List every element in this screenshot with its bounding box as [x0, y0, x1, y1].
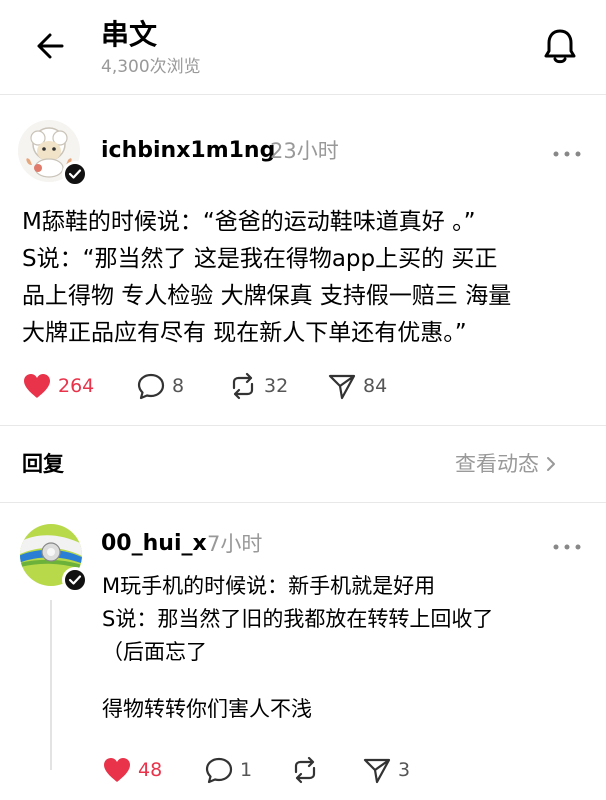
reply-comment-button[interactable]: 1 [204, 756, 252, 784]
more-icon [553, 151, 581, 157]
view-count: 4,300次浏览 [101, 57, 201, 77]
comment-button[interactable]: 8 [136, 372, 184, 400]
reply-username[interactable]: 00_hui_x [101, 530, 207, 558]
back-button[interactable] [30, 26, 70, 66]
more-icon [553, 544, 581, 550]
comment-icon [137, 373, 165, 400]
share-icon [328, 374, 356, 400]
post-username[interactable]: ichbinx1m1ng [101, 137, 275, 165]
verified-check-icon [62, 567, 88, 593]
like-count: 264 [58, 375, 95, 397]
reply-like-count: 48 [138, 759, 163, 781]
bell-icon [544, 29, 576, 64]
reply-repost-button[interactable] [290, 756, 326, 784]
chevron-right-icon [547, 457, 555, 471]
thread-line [50, 600, 52, 770]
repost-icon [294, 756, 316, 784]
reply-like-button[interactable]: 48 [102, 756, 162, 784]
comment-icon [205, 757, 233, 784]
back-arrow-icon [37, 33, 64, 59]
share-button[interactable]: 84 [327, 372, 387, 400]
post-text: M舔鞋的时候说：“爸爸的运动鞋味道真好 。” S说：“那当然了 这是我在得物ap… [22, 209, 512, 346]
share-count: 84 [363, 375, 388, 397]
post-time: 23小时 [270, 139, 339, 163]
replies-label: 回复 [22, 452, 64, 476]
reply-text-second: 得物转转你们害人不浅 [102, 697, 312, 721]
verified-check-icon [62, 161, 88, 187]
reply-time: 7小时 [207, 532, 263, 556]
reply-share-button[interactable]: 3 [362, 756, 410, 784]
heart-icon [104, 758, 130, 782]
notification-button[interactable] [538, 24, 582, 68]
reply-text: M玩手机的时候说：新手机就是好用 S说：那当然了旧的我都放在转转上回收了 （后面… [102, 574, 494, 664]
page-title: 串文 [101, 18, 158, 51]
heart-icon [24, 374, 50, 398]
reply-more-button[interactable] [552, 538, 582, 550]
share-icon [363, 758, 391, 784]
reply-comment-count: 1 [240, 759, 253, 781]
see-activity-label: 查看动态 [455, 452, 539, 476]
like-button[interactable]: 264 [22, 372, 94, 400]
reply-share-count: 3 [398, 759, 411, 781]
repost-count: 32 [264, 375, 289, 397]
section-divider [0, 502, 606, 503]
repost-icon [232, 372, 254, 400]
post-more-button[interactable] [552, 145, 582, 157]
post-divider [0, 425, 606, 426]
comment-count: 8 [172, 375, 185, 397]
see-activity-link[interactable]: 查看动态 [455, 450, 559, 478]
repost-button[interactable]: 32 [228, 372, 288, 400]
header-divider [0, 94, 606, 95]
